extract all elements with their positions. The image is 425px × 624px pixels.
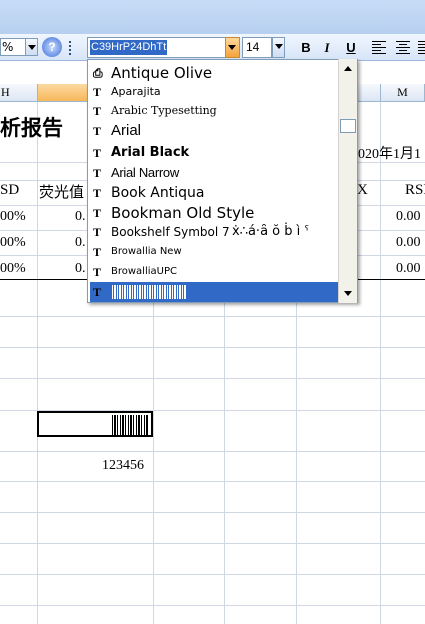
grid-line	[0, 378, 425, 379]
grid-line	[0, 451, 425, 452]
truetype-icon: T	[93, 225, 102, 239]
font-list-scrollbar[interactable]	[338, 59, 357, 303]
rsd-header-right: RSD	[405, 182, 425, 198]
font-size-dropdown-button[interactable]	[272, 37, 285, 58]
report-title: 析报告	[0, 116, 63, 140]
barcode-value: 123456	[102, 458, 144, 473]
font-sample-glyphs: ẋ∴á‧ȃ ŏ ḃ ì ˁ	[232, 224, 310, 239]
row-1-fluor: 0.	[75, 209, 86, 224]
report-date: 020年1月1	[358, 147, 421, 162]
font-item-arabic-typesetting[interactable]: T Arabic Typesetting	[90, 101, 340, 121]
font-item-label: Arial Narrow	[111, 165, 179, 180]
font-size-input[interactable]: 14	[242, 37, 272, 58]
bold-button[interactable]: B	[297, 39, 315, 57]
barcode-font-sample	[112, 285, 186, 299]
font-item-arial[interactable]: T Arial	[90, 121, 340, 141]
font-item-label: Arial Black	[111, 145, 190, 160]
font-item-label: Arial	[111, 122, 142, 139]
grid-line	[0, 605, 425, 606]
grid-line	[0, 543, 425, 544]
font-item-label: Browallia New	[111, 246, 182, 257]
font-item-label: Arabic Typesetting	[111, 104, 217, 117]
fluorescence-header: 荧光值	[39, 183, 85, 201]
title-bar	[0, 0, 425, 35]
font-item-book-antiqua[interactable]: T Book Antiqua	[90, 183, 340, 203]
row-3-fluor: 0.	[75, 261, 86, 276]
rsd-header-left: SD	[0, 182, 20, 198]
zoom-value: %	[2, 40, 14, 54]
font-item-label: Bookman Old Style	[111, 204, 255, 222]
italic-button[interactable]: I	[318, 39, 336, 57]
font-item-bookshelf-symbol-7[interactable]: T Bookshelf Symbol 7 ẋ∴á‧ȃ ŏ ḃ ì ˁ	[90, 222, 357, 242]
underline-button[interactable]: U	[342, 39, 360, 57]
align-left-button[interactable]	[372, 40, 388, 54]
row-3-right: 0.00	[396, 261, 421, 276]
scroll-down-icon[interactable]	[339, 285, 357, 302]
grid-line	[0, 347, 425, 348]
truetype-icon: T	[93, 245, 102, 259]
grid-line	[0, 316, 425, 317]
toolbar-grip[interactable]	[68, 37, 76, 57]
font-item-aparajita[interactable]: T Aparajita	[90, 82, 340, 102]
column-header-m[interactable]: M	[381, 84, 425, 102]
printer-font-icon: ⎙	[93, 66, 103, 80]
scroll-thumb[interactable]	[340, 119, 356, 133]
font-item-label: Antique Olive	[111, 64, 213, 82]
column-header-l[interactable]	[357, 84, 381, 102]
font-name-dropdown-button[interactable]	[225, 37, 240, 58]
truetype-icon: T	[93, 124, 102, 138]
font-item-browallia-new[interactable]: T Browallia New	[90, 242, 340, 262]
font-item-arial-black[interactable]: T Arial Black	[90, 143, 340, 163]
font-item-arial-narrow[interactable]: T Arial Narrow	[90, 163, 340, 183]
truetype-icon: T	[93, 166, 102, 180]
truetype-icon: T	[93, 146, 102, 160]
truetype-icon: T	[93, 285, 102, 299]
grid-line	[0, 512, 425, 513]
align-right-button[interactable]	[418, 40, 425, 54]
truetype-icon: T	[93, 206, 102, 220]
font-item-label: Aparajita	[111, 85, 161, 98]
barcode-image	[112, 415, 148, 435]
font-item-label: BrowalliaUPC	[111, 266, 177, 277]
font-name-value: C39HrP24DhTt	[90, 40, 168, 55]
column-header-selected[interactable]	[38, 84, 88, 102]
column-header-h[interactable]: H	[0, 84, 38, 102]
font-item-label: Bookshelf Symbol 7	[111, 225, 230, 239]
help-icon[interactable]: ?	[42, 37, 62, 57]
truetype-icon: T	[93, 85, 102, 99]
row-3-left: 00%	[0, 261, 26, 276]
truetype-icon: T	[93, 265, 102, 279]
column-header-fragment: X	[357, 182, 368, 198]
truetype-icon: T	[93, 186, 102, 200]
font-item-c39hrp24dhtt-selected[interactable]: T	[90, 282, 340, 302]
font-item-bookman-old-style[interactable]: T Bookman Old Style	[90, 203, 340, 223]
font-dropdown-list[interactable]: ⎙ Antique Olive T Aparajita T Arabic Typ…	[87, 59, 358, 303]
row-1-right: 0.00	[396, 209, 421, 224]
align-center-button[interactable]	[396, 40, 412, 54]
truetype-icon: T	[93, 104, 102, 118]
font-name-input[interactable]: C39HrP24DhTt	[87, 37, 226, 58]
grid-line	[0, 574, 425, 575]
row-2-left: 00%	[0, 235, 26, 250]
zoom-dropdown-button[interactable]	[25, 38, 38, 56]
active-cell-barcode[interactable]	[37, 411, 153, 437]
font-item-browalliaupc[interactable]: T BrowalliaUPC	[90, 262, 340, 282]
row-2-fluor: 0.	[75, 235, 86, 250]
row-2-right: 0.00	[396, 235, 421, 250]
row-1-left: 00%	[0, 209, 26, 224]
scroll-up-icon[interactable]	[339, 60, 357, 77]
font-item-antique-olive[interactable]: ⎙ Antique Olive	[90, 63, 340, 83]
font-item-label: Book Antiqua	[111, 185, 205, 201]
grid-line	[0, 481, 425, 482]
